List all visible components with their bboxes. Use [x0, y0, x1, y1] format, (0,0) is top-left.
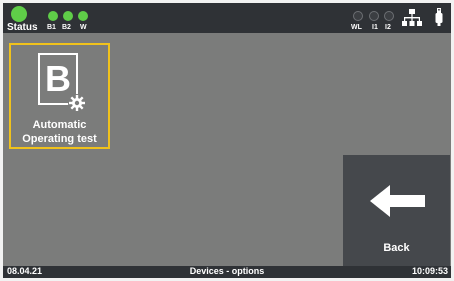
footer-title: Devices - options — [189, 266, 265, 276]
b-document-gear-icon: B — [37, 53, 87, 116]
wl-led — [353, 11, 363, 21]
back-label: Back — [383, 242, 410, 254]
wl-label: WL — [351, 24, 362, 31]
status-led — [11, 6, 27, 22]
back-button[interactable]: Back — [343, 155, 450, 267]
tile-label-line2: Operating test — [22, 133, 97, 145]
automatic-operating-test-tile[interactable]: B Automatic Operating test — [9, 43, 110, 149]
b1-led — [48, 11, 58, 21]
footer-bar: 08.04.21 Devices - options 10:09:53 — [3, 266, 451, 278]
b2-led — [63, 11, 73, 21]
i2-label: I2 — [385, 24, 391, 31]
w-label: W — [80, 24, 87, 31]
w-led — [78, 11, 88, 21]
i2-led — [384, 11, 394, 21]
status-bar: Status B1 B2 W WL I1 I2 — [3, 3, 451, 33]
b2-label: B2 — [62, 24, 71, 31]
i1-led — [369, 11, 379, 21]
i1-label: I1 — [372, 24, 378, 31]
status-label: Status — [7, 22, 38, 33]
network-icon — [402, 9, 422, 32]
b1-label: B1 — [47, 24, 56, 31]
device-screen: Status B1 B2 W WL I1 I2 B Automatic Oper… — [3, 3, 451, 278]
footer-time: 10:09:53 — [411, 266, 448, 276]
arrow-left-icon — [370, 185, 425, 222]
usb-icon — [435, 8, 443, 33]
svg-text:B: B — [45, 58, 71, 99]
tile-label-line1: Automatic — [32, 119, 87, 131]
